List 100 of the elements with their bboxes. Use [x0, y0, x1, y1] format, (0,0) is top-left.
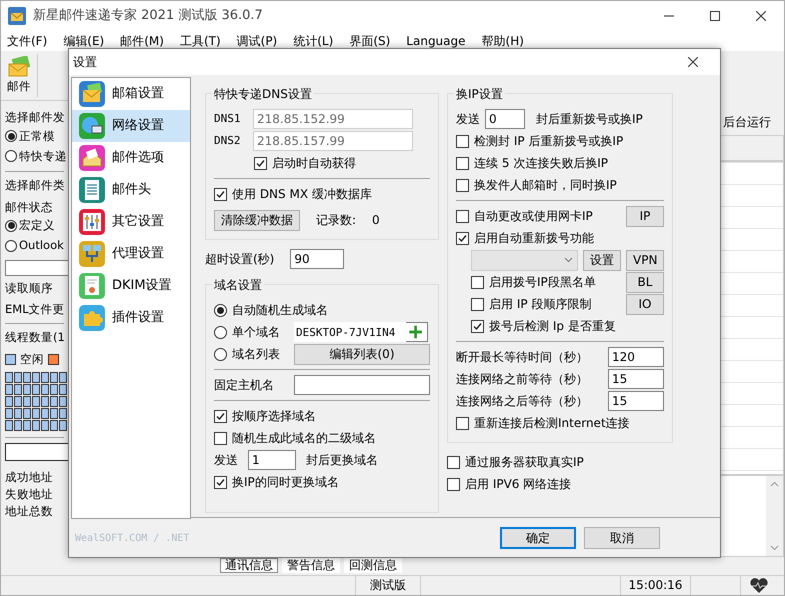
field-label: 连接网络之前等待（秒）: [456, 371, 588, 388]
menu-item[interactable]: 邮件(M): [112, 31, 172, 51]
input-field[interactable]: [5, 260, 68, 276]
checkbox-label: 随机生成此域名的二级域名: [232, 430, 376, 447]
checkbox[interactable]: [214, 410, 227, 422]
checkbox-label: 连续 5 次连接失败后换IP: [474, 155, 608, 172]
envelope-icon: [7, 56, 31, 78]
radio-button[interactable]: [214, 304, 227, 316]
input-field[interactable]: DESKTOP-7JV1IN4: [294, 322, 406, 342]
checkbox[interactable]: [471, 276, 484, 288]
button[interactable]: 设置: [583, 250, 621, 270]
input-field[interactable]: 1: [248, 450, 296, 470]
input-field[interactable]: 90: [290, 249, 344, 269]
input-field[interactable]: 0: [485, 109, 525, 129]
button[interactable]: 确定: [500, 526, 576, 548]
sidebar-item[interactable]: 其它设置: [72, 206, 190, 238]
checkbox[interactable]: [447, 456, 460, 468]
checkbox[interactable]: [254, 156, 267, 170]
checkbox[interactable]: [214, 432, 227, 444]
button[interactable]: BL: [626, 272, 664, 292]
chevron-down-icon: [564, 257, 573, 263]
input-field[interactable]: [294, 375, 430, 395]
button[interactable]: 取消: [584, 526, 660, 548]
radio-button[interactable]: [5, 150, 17, 162]
field-label: 连接网络之后等待（秒）: [456, 393, 588, 410]
checkbox[interactable]: [456, 178, 469, 192]
checkbox[interactable]: [214, 476, 227, 488]
checkbox[interactable]: [456, 210, 469, 222]
input-field[interactable]: [5, 442, 68, 461]
dialog-title: 设置: [73, 54, 97, 71]
checkbox[interactable]: [471, 320, 484, 332]
menu-item[interactable]: 统计(L): [285, 31, 342, 51]
document-icon: [78, 176, 106, 204]
tab[interactable]: 警告信息: [282, 558, 340, 573]
radio-button[interactable]: [5, 130, 17, 142]
menu-item[interactable]: 文件(F): [1, 31, 56, 51]
field-label: 封后重新拨号或换IP: [536, 111, 643, 128]
sidebar-item[interactable]: 插件设置: [72, 302, 190, 334]
checkbox-label: 重新连接后检测Internet连接: [474, 415, 630, 432]
menu-item[interactable]: Language: [398, 31, 474, 51]
network-icon: [78, 240, 106, 268]
menu-item[interactable]: 工具(T): [172, 31, 229, 51]
button[interactable]: IO: [626, 294, 664, 314]
checkbox[interactable]: [456, 232, 469, 244]
sidebar-item[interactable]: 邮箱设置: [72, 78, 190, 110]
field-label: 固定主机名: [214, 377, 274, 394]
section-label: 选择邮件发: [5, 109, 64, 126]
tab[interactable]: 通讯信息: [220, 558, 278, 573]
radio-button[interactable]: [5, 220, 17, 232]
radio-label: Outlook: [19, 237, 64, 254]
radio-label: 宏定义: [19, 217, 55, 234]
checkbox[interactable]: [471, 298, 484, 310]
checkbox[interactable]: [456, 416, 469, 430]
footer-text: WealSOFT.COM / .NET: [75, 532, 190, 546]
toolbar-button[interactable]: 邮件: [1, 54, 38, 98]
button[interactable]: 编辑列表(0): [294, 344, 430, 364]
input-field[interactable]: 15: [608, 369, 664, 389]
toolbar-label: 邮件: [7, 78, 31, 95]
checkbox-label: 自动更改或使用网卡IP: [474, 208, 593, 225]
checkbox-label: 启用 IPV6 网络连接: [465, 476, 572, 493]
menu-item[interactable]: 编辑(E): [55, 31, 112, 51]
field-label: 记录数:: [316, 212, 356, 229]
checkbox[interactable]: [456, 156, 469, 170]
menu-item[interactable]: 调试(P): [228, 31, 286, 51]
input-field[interactable]: 15: [608, 391, 664, 411]
radio-button[interactable]: [5, 240, 17, 252]
globe-icon: [78, 112, 106, 140]
plus-icon[interactable]: [406, 322, 428, 342]
checkbox-label: 按顺序选择域名: [232, 408, 316, 425]
checkbox-label: 换发件人邮箱时，同时换IP: [474, 177, 617, 194]
button[interactable]: 清除缓冲数据: [214, 210, 300, 230]
menu-item[interactable]: 界面(S): [341, 31, 398, 51]
checkbox[interactable]: [214, 188, 227, 200]
field-label: DNS1: [214, 110, 242, 127]
sidebar-item[interactable]: 代理设置: [72, 238, 190, 270]
sidebar-item[interactable]: DKIM设置: [72, 270, 190, 302]
field-label: 发送: [456, 111, 480, 128]
field-label: 发送: [214, 452, 238, 469]
radio-label: 域名列表: [232, 346, 280, 363]
group-title: 换IP设置: [454, 85, 505, 103]
radio-button[interactable]: [214, 326, 227, 338]
input-field[interactable]: 120: [608, 347, 664, 367]
menu-item[interactable]: 帮助(H): [474, 31, 532, 51]
legend-label: 空闲: [20, 350, 44, 368]
button[interactable]: VPN: [626, 250, 664, 270]
button[interactable]: IP: [626, 206, 664, 226]
envelope-icon: [78, 80, 106, 108]
sidebar-item[interactable]: 邮件头: [72, 174, 190, 206]
radio-label: 正常模: [19, 128, 55, 145]
checkbox-label: 启用自动重新拨号功能: [474, 230, 594, 247]
checkbox-label: 拨号后检测 Ip 是否重复: [489, 318, 616, 335]
checkbox[interactable]: [447, 478, 460, 490]
puzzle-icon: [78, 304, 106, 332]
tab[interactable]: 回测信息: [344, 558, 402, 573]
heart-icon: [749, 578, 769, 594]
checkbox-label: 通过服务器获取真实IP: [465, 454, 584, 471]
sidebar-item[interactable]: 网络设置: [72, 110, 190, 142]
checkbox[interactable]: [456, 134, 469, 148]
sidebar-item[interactable]: 邮件选项: [72, 142, 190, 174]
radio-button[interactable]: [214, 348, 227, 360]
